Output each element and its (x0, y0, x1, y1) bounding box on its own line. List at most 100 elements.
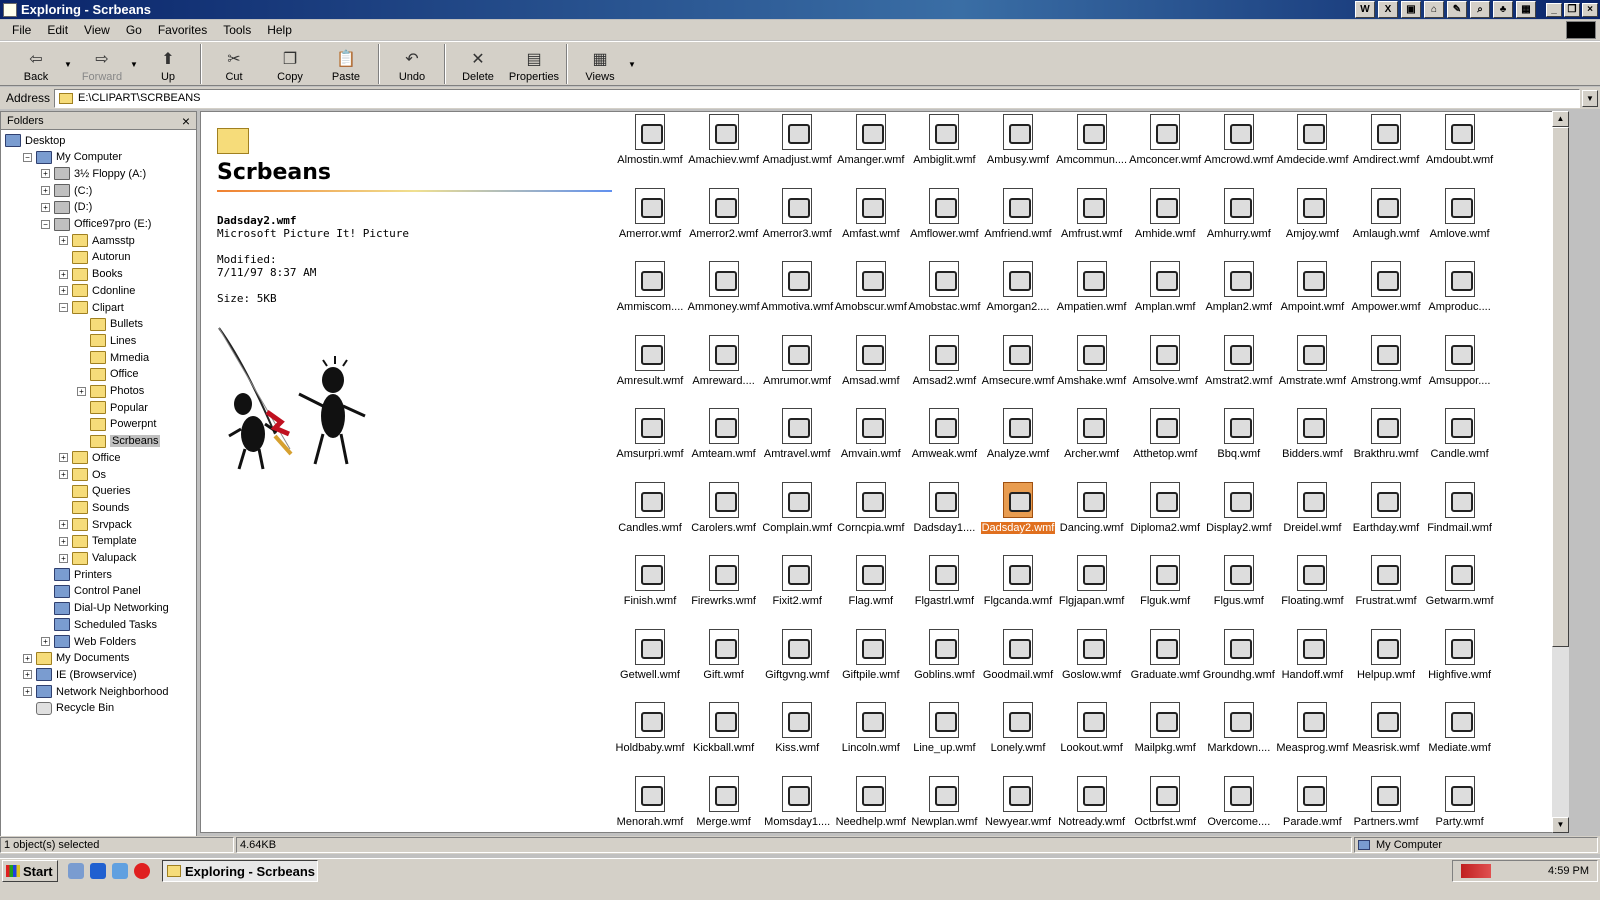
back-button[interactable]: ⇦ Back (8, 42, 64, 86)
file-item[interactable]: Amfast.wmf (834, 186, 908, 256)
file-item[interactable]: Amobscur.wmf (834, 259, 908, 329)
file-item[interactable]: Amresult.wmf (613, 333, 687, 403)
tree-item-lines[interactable]: Lines (77, 332, 136, 349)
office-shortcut-icon[interactable]: ▦ (1516, 1, 1536, 18)
file-item[interactable]: Giftpile.wmf (834, 627, 908, 697)
file-item[interactable]: Amlove.wmf (1423, 186, 1497, 256)
file-item[interactable]: Lonely.wmf (981, 700, 1055, 770)
tree-item-os[interactable]: + Os (59, 466, 106, 483)
file-item[interactable]: Firewrks.wmf (687, 553, 761, 623)
file-item[interactable]: Gift.wmf (687, 627, 761, 697)
file-item[interactable]: Overcome.... (1202, 774, 1276, 833)
file-item[interactable]: Ammiscom.... (613, 259, 687, 329)
file-item[interactable]: Amsolve.wmf (1128, 333, 1202, 403)
tree-item-valupack[interactable]: + Valupack (59, 550, 136, 567)
file-item[interactable]: Partners.wmf (1349, 774, 1423, 833)
file-item[interactable]: Analyze.wmf (981, 406, 1055, 476)
start-button[interactable]: Start (2, 860, 58, 882)
file-item[interactable]: Complain.wmf (760, 480, 834, 550)
expand-icon[interactable]: + (41, 169, 50, 179)
tree-item-network-neighborhood[interactable]: + Network Neighborhood (23, 683, 169, 700)
expand-icon[interactable]: + (59, 470, 68, 479)
collapse-icon[interactable]: − (23, 152, 32, 162)
outlook-icon[interactable] (112, 863, 128, 879)
file-item[interactable]: Holdbaby.wmf (613, 700, 687, 770)
file-item[interactable]: Corncpia.wmf (834, 480, 908, 550)
file-item[interactable]: Mailpkg.wmf (1128, 700, 1202, 770)
expand-icon[interactable]: + (41, 186, 50, 196)
tree-item-control-panel[interactable]: Control Panel (41, 583, 141, 600)
history-dropdown-icon[interactable]: ▼ (130, 60, 140, 69)
tree-item-autorun[interactable]: Autorun (59, 249, 131, 266)
file-item[interactable]: Amreward.... (687, 333, 761, 403)
expand-icon[interactable]: + (59, 536, 68, 546)
file-item[interactable]: Diploma2.wmf (1128, 480, 1202, 550)
file-item[interactable]: Amcommun.... (1055, 112, 1129, 182)
address-dropdown-button[interactable]: ▼ (1582, 89, 1598, 107)
file-item[interactable]: Notready.wmf (1055, 774, 1129, 833)
file-item[interactable]: Amplan2.wmf (1202, 259, 1276, 329)
file-item[interactable]: Getwarm.wmf (1423, 553, 1497, 623)
tree-item-queries[interactable]: Queries (59, 483, 131, 500)
file-item[interactable]: Amtravel.wmf (760, 406, 834, 476)
tree-item-scrbeans[interactable]: Scrbeans (77, 433, 161, 450)
file-item[interactable]: Archer.wmf (1055, 406, 1129, 476)
file-item[interactable]: Atthetop.wmf (1128, 406, 1202, 476)
file-item[interactable]: Goslow.wmf (1055, 627, 1129, 697)
tree-item-d[interactable]: + (D:) (41, 199, 92, 216)
file-item[interactable]: Amfriend.wmf (981, 186, 1055, 256)
file-item[interactable]: Bbq.wmf (1202, 406, 1276, 476)
up-button[interactable]: ⬆ Up (140, 42, 196, 86)
tree-item-bullets[interactable]: Bullets (77, 316, 143, 333)
office-shortcut-icon[interactable]: ⌂ (1424, 1, 1444, 18)
cut-button[interactable]: ✂ Cut (206, 42, 262, 86)
file-item[interactable]: Amsuppor.... (1423, 333, 1497, 403)
file-item[interactable]: Dadsday1.... (907, 480, 981, 550)
close-pane-button[interactable]: × (182, 113, 190, 129)
desktop-icon[interactable] (68, 863, 84, 879)
office-shortcut-icon[interactable]: ⌕ (1470, 1, 1490, 18)
tree-item-books[interactable]: + Books (59, 266, 123, 283)
restore-button[interactable]: ❐ (1564, 2, 1580, 17)
history-dropdown-icon[interactable]: ▼ (64, 60, 74, 69)
views-dropdown-icon[interactable]: ▼ (628, 60, 638, 69)
tree-item-c[interactable]: + (C:) (41, 182, 92, 199)
file-item[interactable]: Octbrfst.wmf (1128, 774, 1202, 833)
file-item[interactable]: Newplan.wmf (907, 774, 981, 833)
file-item[interactable]: Amobstac.wmf (907, 259, 981, 329)
file-item[interactable]: Finish.wmf (613, 553, 687, 623)
collapse-icon[interactable]: − (41, 219, 50, 229)
file-item[interactable]: Amsecure.wmf (981, 333, 1055, 403)
tree-item-web-folders[interactable]: + Web Folders (41, 633, 136, 650)
file-item[interactable]: Line_up.wmf (907, 700, 981, 770)
tray-icons[interactable] (1461, 864, 1491, 878)
file-item[interactable]: Lincoln.wmf (834, 700, 908, 770)
opera-icon[interactable] (134, 863, 150, 879)
file-item[interactable]: Amerror3.wmf (760, 186, 834, 256)
menu-go[interactable]: Go (118, 23, 150, 37)
tree-item-scheduled-tasks[interactable]: Scheduled Tasks (41, 616, 157, 633)
file-item[interactable]: Amadjust.wmf (760, 112, 834, 182)
file-item[interactable]: Mediate.wmf (1423, 700, 1497, 770)
tree-item-ie-browservice[interactable]: + IE (Browservice) (23, 666, 137, 683)
file-item[interactable]: Amconcer.wmf (1128, 112, 1202, 182)
close-button[interactable]: × (1582, 2, 1598, 17)
file-item[interactable]: Amflower.wmf (907, 186, 981, 256)
office-shortcut-icon[interactable]: W (1355, 1, 1375, 18)
tree-item-recycle-bin[interactable]: Recycle Bin (23, 700, 114, 717)
file-item[interactable]: Ambiglit.wmf (907, 112, 981, 182)
file-item[interactable]: Newyear.wmf (981, 774, 1055, 833)
menu-view[interactable]: View (76, 23, 118, 37)
file-item[interactable]: Amdecide.wmf (1275, 112, 1349, 182)
tree-item-aamsstp[interactable]: + Aamsstp (59, 232, 135, 249)
file-item[interactable]: Flguk.wmf (1128, 553, 1202, 623)
file-item[interactable]: Measprog.wmf (1275, 700, 1349, 770)
expand-icon[interactable]: + (59, 520, 68, 530)
file-item[interactable]: Amteam.wmf (687, 406, 761, 476)
file-item[interactable]: Kickball.wmf (687, 700, 761, 770)
file-item[interactable]: Amcrowd.wmf (1202, 112, 1276, 182)
address-input[interactable]: E:\CLIPART\SCRBEANS (54, 88, 1580, 108)
file-item[interactable]: Amfrust.wmf (1055, 186, 1129, 256)
file-item[interactable]: Display2.wmf (1202, 480, 1276, 550)
file-item[interactable]: Goblins.wmf (907, 627, 981, 697)
